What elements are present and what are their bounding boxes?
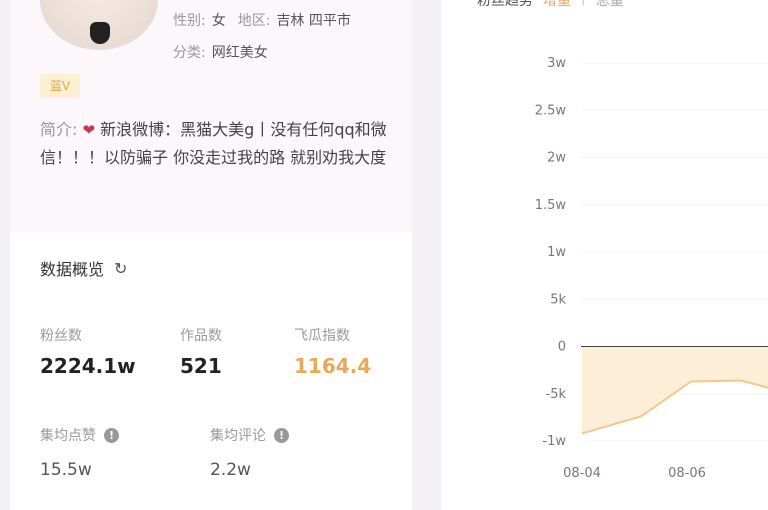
y-tick-label: 3w xyxy=(547,56,566,71)
y-tick-label: 1.5w xyxy=(535,198,567,213)
stat-works-value: 521 xyxy=(180,354,222,378)
stat-index-label: 飞瓜指数 xyxy=(294,328,350,344)
fans-trend-chart: 3w 2.5w 2w 1.5w 1w 5k 0 -5k -1w 08-04 08-06 xyxy=(535,56,768,481)
stat-avg-comments: 集均评论 ! 2.2w xyxy=(210,424,289,480)
y-tick-label: 5k xyxy=(550,292,566,307)
region-value: 吉林 四平市 xyxy=(276,13,351,29)
category-value: 网红美女 xyxy=(211,45,268,61)
y-tick-label: 2.5w xyxy=(535,103,567,118)
stat-avg-comments-label: 集均评论 ! xyxy=(210,424,289,446)
bio: 简介: ❤ 新浪微博：黑猫大美g丨没有任何qq和微信！！！以防骗子 你没走过我的… xyxy=(40,116,410,172)
verified-tag: 蓝V xyxy=(40,74,81,98)
region-label: 地区: xyxy=(237,13,271,29)
stat-index: 飞瓜指数 1164.4 xyxy=(294,324,371,378)
stat-works: 作品数 521 xyxy=(180,324,222,378)
stat-avg-comments-label-text: 集均评论 xyxy=(210,428,266,444)
avatar[interactable] xyxy=(40,0,158,50)
y-tick-label: -5k xyxy=(546,387,567,402)
meta-gender-region: 性别: 女 地区: 吉林 四平市 xyxy=(173,10,351,30)
y-tick-label: -1w xyxy=(542,434,566,449)
gender-value: 女 xyxy=(211,13,226,29)
stat-index-value: 1164.4 xyxy=(294,354,372,378)
profile-card: 性别: 女 地区: 吉林 四平市 分类: 网红美女 蓝V 简介: ❤ 新浪微博：… xyxy=(10,0,412,232)
y-tick-label: 2w xyxy=(547,151,566,166)
stat-fans-label: 粉丝数 xyxy=(40,328,82,344)
data-overview: 数据概览 ↻ 粉丝数 2224.1w 作品数 521 飞瓜指数 1164.4 集… xyxy=(10,232,412,510)
stat-avg-likes-value: 15.5w xyxy=(40,460,92,480)
x-tick-label: 08-06 xyxy=(668,466,706,481)
category-label: 分类: xyxy=(173,45,206,61)
overview-title: 数据概览 ↻ xyxy=(40,256,127,280)
stat-fans-value: 2224.1w xyxy=(40,354,136,378)
stat-avg-comments-value: 2.2w xyxy=(210,460,251,480)
heart-icon: ❤ xyxy=(82,121,96,139)
x-tick-label: 08-04 xyxy=(563,466,601,481)
y-tick-label: 0 xyxy=(558,340,566,355)
info-icon[interactable]: ! xyxy=(274,427,289,443)
series-area xyxy=(582,346,768,434)
stat-works-label: 作品数 xyxy=(180,328,222,344)
bio-label: 简介: xyxy=(40,120,78,139)
overview-title-text: 数据概览 xyxy=(40,260,105,279)
refresh-icon[interactable]: ↻ xyxy=(114,259,127,278)
fans-trend-panel: 粉丝趋势 增量 | 总量 3w2.5w2w1.5w1w5k0-5k-1w08-0… xyxy=(441,0,768,510)
stat-avg-likes-label-text: 集均点赞 xyxy=(40,428,96,444)
info-icon[interactable]: ! xyxy=(104,427,119,443)
left-panel: 性别: 女 地区: 吉林 四平市 分类: 网红美女 蓝V 简介: ❤ 新浪微博：… xyxy=(10,0,412,510)
gender-label: 性别: xyxy=(173,13,206,29)
y-tick-label: 1w xyxy=(547,245,566,260)
stat-fans: 粉丝数 2224.1w xyxy=(40,324,136,378)
meta-category: 分类: 网红美女 xyxy=(173,42,268,62)
stat-avg-likes-label: 集均点赞 ! xyxy=(40,424,119,446)
stat-avg-likes: 集均点赞 ! 15.5w xyxy=(40,424,119,480)
